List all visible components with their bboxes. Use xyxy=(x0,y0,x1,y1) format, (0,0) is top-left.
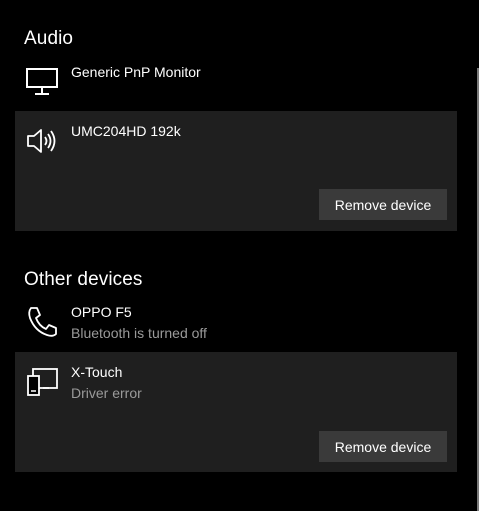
device-name: UMC204HD 192k xyxy=(71,123,181,139)
device-status: Bluetooth is turned off xyxy=(71,325,207,341)
remove-device-button[interactable]: Remove device xyxy=(319,431,447,462)
remove-device-button[interactable]: Remove device xyxy=(319,189,447,220)
device-x-touch[interactable]: X-Touch Driver error Remove device xyxy=(15,352,457,472)
device-name: OPPO F5 xyxy=(71,304,132,320)
device-name: X-Touch xyxy=(71,364,123,380)
device-generic-pnp-monitor[interactable]: Generic PnP Monitor xyxy=(15,52,457,102)
device-status: Driver error xyxy=(71,385,142,401)
other-devices-section-title: Other devices xyxy=(24,269,143,290)
speaker-icon xyxy=(25,123,61,159)
device-name: Generic PnP Monitor xyxy=(71,64,201,80)
device-oppo-f5[interactable]: OPPO F5 Bluetooth is turned off xyxy=(15,294,457,350)
devices-icon xyxy=(25,364,61,400)
audio-section-title: Audio xyxy=(24,28,74,49)
monitor-icon xyxy=(25,64,61,100)
phone-icon xyxy=(25,304,61,340)
device-umc204hd[interactable]: UMC204HD 192k Remove device xyxy=(15,111,457,231)
